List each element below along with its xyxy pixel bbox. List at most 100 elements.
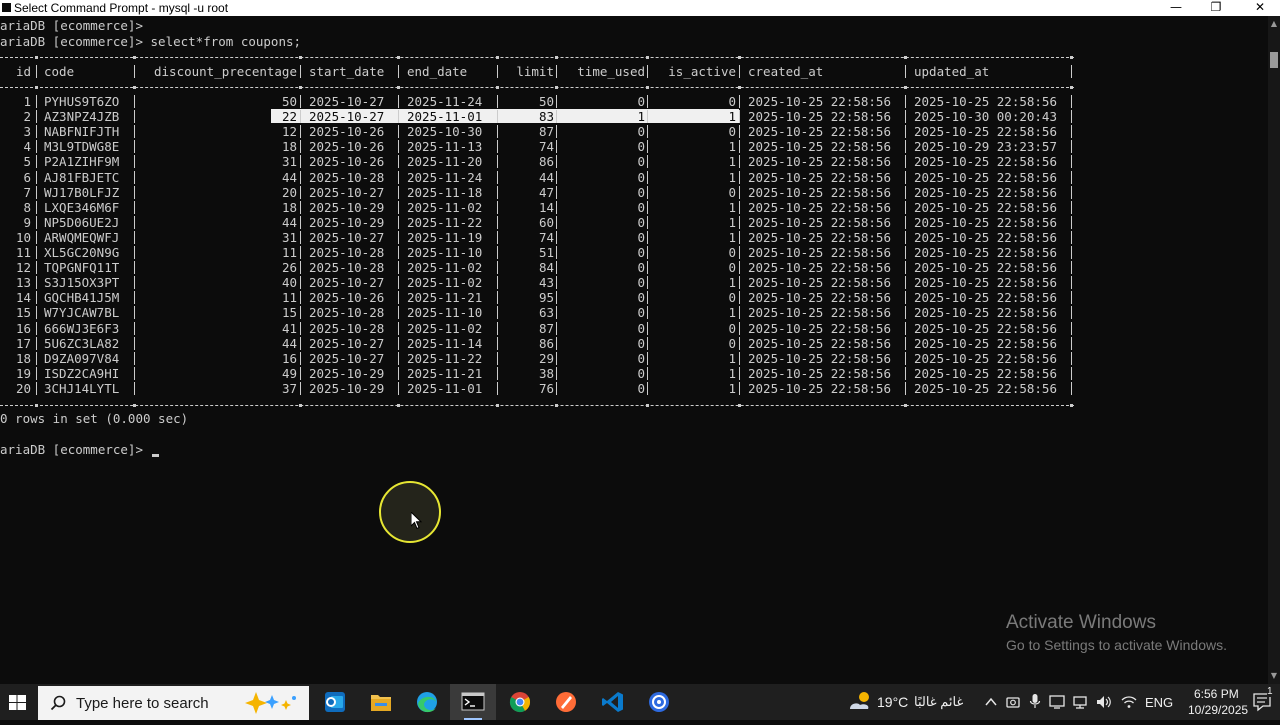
column-divider [134,140,135,154]
column-divider [398,185,399,199]
display-icon[interactable] [1049,694,1065,710]
column-divider [36,110,37,124]
separator-plus [397,404,400,407]
table-cell-start_date: 2025-10-29 [309,214,385,230]
start-button[interactable] [0,684,36,720]
microphone-icon[interactable] [1029,693,1041,711]
column-divider [497,381,498,395]
table-cell-code: 666WJ3E6F3 [44,320,120,336]
language-indicator[interactable]: ENG [1145,695,1173,710]
column-divider [1071,185,1072,199]
column-divider [739,291,740,305]
column-divider [1071,125,1072,139]
separator-plus [555,404,558,407]
camera-icon[interactable] [1006,694,1020,710]
table-cell-end_date: 2025-11-19 [407,229,483,245]
column-divider [300,246,301,259]
column-divider [36,185,37,199]
column-divider [1071,351,1072,365]
scrollbar[interactable]: ▲ ▼ [1268,16,1280,684]
column-divider [36,336,37,350]
table-cell-start_date: 2025-10-29 [309,365,385,381]
separator-plus [646,56,649,59]
scroll-down-icon[interactable]: ▼ [1268,670,1280,682]
column-divider [647,215,648,229]
table-cell-start_date: 2025-10-27 [309,109,385,125]
table-cell-created_at: 2025-10-25 22:58:56 [748,380,891,396]
column-divider [905,125,906,139]
table-cell-start_date: 2025-10-27 [309,94,385,109]
weather-temperature[interactable]: 19°C [877,694,908,710]
column-divider [36,291,37,305]
app-icon[interactable] [636,684,682,720]
table-cell-is_active: 0 [728,245,736,260]
table-cell-limit: limit [516,64,554,79]
table-cell-updated_at: 2025-10-25 22:58:56 [914,199,1057,215]
column-divider [300,65,301,78]
postman-icon[interactable] [543,684,589,720]
clock-date[interactable]: 10/29/2025 [1188,703,1248,717]
table-cell-start_date: 2025-10-26 [309,139,385,155]
wifi-icon[interactable] [1120,694,1138,710]
weather-icon[interactable] [846,689,874,715]
column-divider [556,230,557,244]
table-cell-end_date: 2025-11-02 [407,260,483,276]
column-divider [739,381,740,395]
command-prompt-icon[interactable] [450,684,496,720]
column-divider [497,366,498,380]
result-footer: 0 rows in set (0.000 sec) [0,411,189,426]
file-explorer-icon[interactable] [358,684,404,720]
column-divider [1071,321,1072,335]
column-divider [556,321,557,335]
table-cell-updated_at: 2025-10-25 22:58:56 [914,365,1057,381]
table-cell-id: 4 [23,139,31,155]
table-cell-is_active: 1 [728,139,736,155]
restore-button[interactable]: ❐ [1196,0,1236,16]
table-separator [0,87,1074,88]
mouse-highlight-ring [379,481,441,543]
table-cell-created_at: 2025-10-25 22:58:56 [748,109,891,125]
console-output[interactable]: ariaDB [ecommerce]> ariaDB [ecommerce]> … [0,16,1268,684]
weather-description[interactable]: غائم غالبًا [914,694,963,710]
column-divider [497,246,498,259]
current-prompt[interactable]: ariaDB [ecommerce]> [0,442,143,457]
minimize-button[interactable]: — [1156,0,1196,16]
column-divider [134,215,135,229]
column-divider [134,230,135,244]
table-cell-limit: 84 [538,260,554,276]
mouse-pointer-icon [411,512,423,530]
clock-time[interactable]: 6:56 PM [1194,687,1239,701]
table-cell-discount_precentage: 50 [281,94,297,109]
column-divider [134,246,135,259]
column-divider [647,261,648,275]
column-divider [556,306,557,320]
column-divider [739,306,740,320]
vscode-icon[interactable] [590,684,636,720]
column-divider [36,246,37,259]
table-cell-id: 17 [15,335,31,351]
volume-icon[interactable] [1095,694,1113,710]
network-icon[interactable] [1072,694,1088,710]
column-divider [739,110,740,124]
chevron-up-icon[interactable] [984,695,998,709]
close-button[interactable]: ✕ [1240,0,1280,16]
table-cell-code: W7YJCAW7BL [44,305,120,321]
column-divider [647,366,648,380]
column-divider [398,155,399,169]
taskbar-search-box[interactable]: Type here to search [38,686,309,720]
scrollbar-thumb[interactable] [1270,52,1278,68]
table-cell-time_used: 0 [637,154,645,170]
column-divider [556,381,557,395]
column-divider [647,246,648,259]
table-cell-updated_at: 2025-10-25 22:58:56 [914,380,1057,396]
table-cell-time_used: 0 [637,335,645,351]
column-divider [36,366,37,380]
outlook-icon[interactable] [312,684,358,720]
edge-icon[interactable] [404,684,450,720]
column-divider [134,381,135,395]
scroll-up-icon[interactable]: ▲ [1268,18,1280,30]
table-cell-limit: 44 [538,169,554,185]
column-divider [647,351,648,365]
chrome-icon[interactable] [497,684,543,720]
table-cell-code: NABFNIFJTH [44,124,120,140]
